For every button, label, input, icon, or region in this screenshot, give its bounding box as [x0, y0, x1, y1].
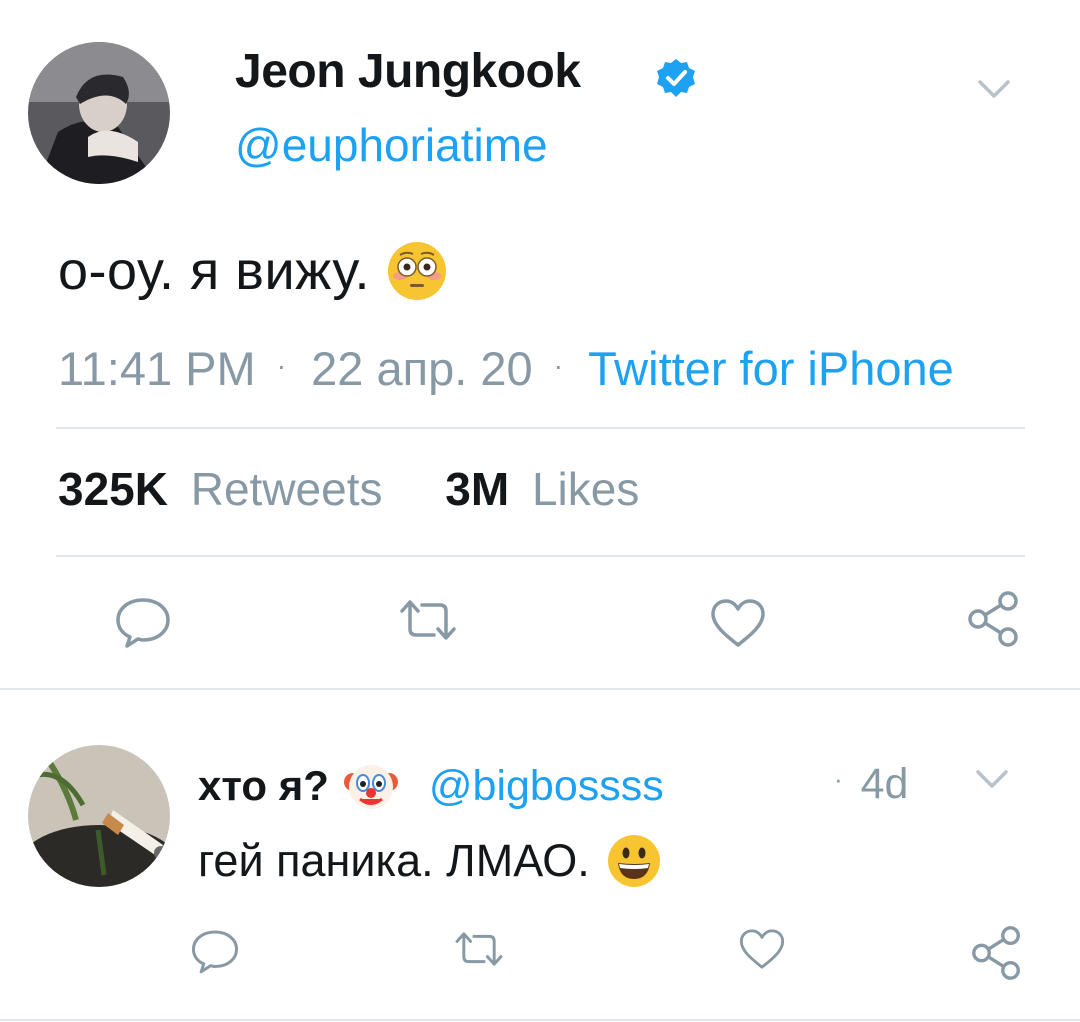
grinning-face-icon [606, 833, 662, 889]
reply-icon [116, 598, 170, 648]
meta-separator: · [276, 350, 287, 381]
bottom-divider [0, 1019, 1080, 1021]
retweet-button[interactable] [396, 597, 460, 643]
share-icon [972, 926, 1020, 980]
tweet-text-content: о-оу. я вижу. [58, 241, 370, 301]
tweet-meta: 11:41 PM · 22 апр. 20 · Twitter for iPho… [58, 341, 954, 396]
likes-count[interactable]: 3M [445, 463, 509, 515]
tweet-time: 11:41 PM [58, 342, 256, 395]
reply-button[interactable] [114, 596, 172, 648]
reply-like-button[interactable] [738, 927, 786, 971]
like-button[interactable] [709, 597, 767, 649]
reply-retweet-button[interactable] [452, 929, 506, 969]
reply-meta: · 4d [834, 760, 908, 809]
author-name[interactable]: Jeon Jungkook [235, 44, 581, 99]
likes-label[interactable]: Likes [532, 463, 639, 515]
author-handle[interactable]: @euphoriatime [235, 118, 548, 172]
reply-share-button[interactable] [968, 924, 1026, 982]
chevron-down-icon[interactable] [974, 764, 1010, 792]
tweet-stats: 325K Retweets 3M Likes [58, 462, 639, 516]
retweets-count[interactable]: 325K [58, 463, 168, 515]
divider [56, 555, 1025, 557]
divider [56, 427, 1025, 429]
reply-text: гей паника. ЛМАО. [198, 833, 662, 889]
tweet-source-link[interactable]: Twitter for iPhone [588, 342, 954, 395]
reply-author-handle[interactable]: @bigbossss [429, 762, 664, 811]
meta-separator: · [834, 764, 843, 794]
retweet-icon [455, 932, 503, 966]
reply-icon [191, 930, 239, 974]
heart-icon [739, 929, 785, 969]
reply-reply-button[interactable] [190, 928, 240, 974]
verified-badge-icon [655, 57, 697, 99]
heart-icon [711, 599, 765, 647]
clown-face-icon [343, 758, 399, 814]
section-divider [0, 688, 1080, 690]
reply-age: 4d [860, 760, 909, 808]
share-button[interactable] [964, 589, 1024, 649]
reply-header: хто я? @bigbossss [198, 758, 664, 814]
reply-text-content: гей паника. ЛМАО. [198, 835, 590, 886]
retweets-label[interactable]: Retweets [191, 463, 383, 515]
tweet-date: 22 апр. 20 [311, 342, 533, 395]
meta-separator: · [553, 350, 563, 381]
retweet-icon [400, 600, 456, 640]
reply-author-name[interactable]: хто я? [198, 762, 329, 810]
share-icon [968, 591, 1018, 647]
chevron-down-icon[interactable] [976, 74, 1012, 102]
tweet-text: о-оу. я вижу. [58, 240, 448, 302]
author-avatar[interactable] [28, 42, 170, 184]
reply-author-avatar[interactable] [28, 745, 170, 887]
flushed-face-icon [386, 240, 448, 302]
